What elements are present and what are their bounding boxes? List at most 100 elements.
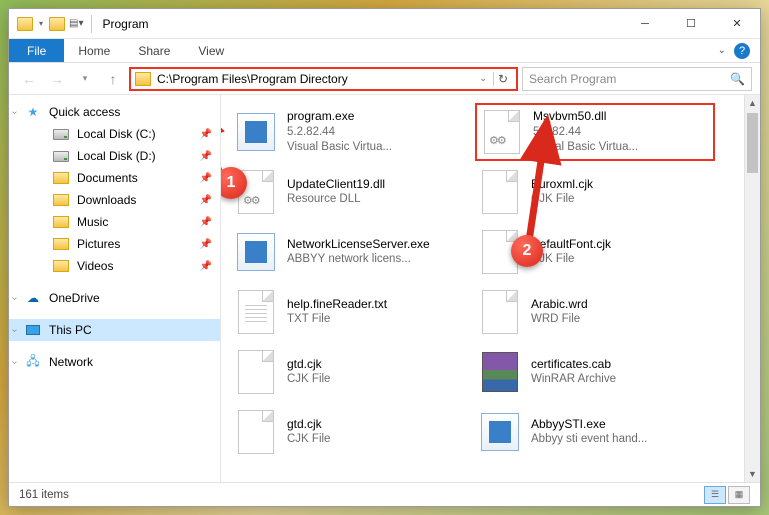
scroll-up-icon[interactable]: ▲	[745, 95, 760, 111]
vertical-scrollbar[interactable]: ▲ ▼	[744, 95, 760, 482]
file-subtitle: 5.2.82.44	[533, 125, 638, 141]
minimize-button[interactable]: ─	[622, 9, 668, 39]
nav-forward-button[interactable]: →	[45, 67, 69, 91]
tab-share[interactable]: Share	[124, 39, 184, 62]
file-name: AbbyySTI.exe	[531, 416, 647, 432]
file-meta: DefaultFont.cjkCJK File	[531, 236, 611, 268]
sidebar-quick-access[interactable]: ★ Quick access	[9, 101, 220, 123]
sidebar-item-label: This PC	[49, 323, 92, 337]
nav-up-button[interactable]: ↑	[101, 67, 125, 91]
file-name: DefaultFont.cjk	[531, 236, 611, 252]
file-name: help.fineReader.txt	[287, 296, 387, 312]
view-icons-button[interactable]: ▦	[728, 486, 750, 504]
sidebar-item-label: Music	[77, 215, 108, 229]
pin-icon: 📌	[200, 195, 212, 206]
sidebar-this-pc[interactable]: This PC	[9, 319, 220, 341]
sidebar-item-label: Quick access	[49, 105, 120, 119]
file-subtitle: Resource DLL	[287, 192, 385, 208]
pin-icon: 📌	[200, 129, 212, 140]
file-item[interactable]: UpdateClient19.dllResource DLL	[231, 163, 471, 221]
file-subtitle: WinRAR Archive	[531, 372, 616, 388]
file-meta: help.fineReader.txtTXT File	[287, 296, 387, 328]
file-subtitle: CJK File	[531, 252, 611, 268]
pin-icon: 📌	[200, 151, 212, 162]
sidebar-item[interactable]: Local Disk (D:) 📌	[27, 145, 220, 167]
search-placeholder: Search Program	[529, 72, 616, 86]
titlebar: ▾ ▤▾ Program ─ ☐ ✕	[9, 9, 760, 39]
drive-icon	[53, 126, 69, 142]
sidebar-network[interactable]: 🖧 Network	[9, 351, 220, 373]
scroll-thumb[interactable]	[747, 113, 758, 173]
chevron-down-icon[interactable]: ⌄	[475, 73, 491, 84]
refresh-button[interactable]: ↻	[493, 72, 512, 86]
maximize-button[interactable]: ☐	[668, 9, 714, 39]
file-meta: Euroxml.cjkCJK File	[531, 176, 593, 208]
file-icon	[235, 408, 277, 456]
qat-dropdown-icon[interactable]: ▾	[37, 19, 45, 28]
file-item[interactable]: gtd.cjkCJK File	[231, 403, 471, 461]
file-icon	[479, 168, 521, 216]
folder-icon	[53, 170, 69, 186]
view-details-button[interactable]: ☰	[704, 486, 726, 504]
explorer-window: ▾ ▤▾ Program ─ ☐ ✕ File Home Share View …	[8, 8, 761, 507]
network-icon: 🖧	[25, 354, 41, 370]
tab-home[interactable]: Home	[64, 39, 124, 62]
file-item[interactable]: program.exe5.2.82.44Visual Basic Virtua.…	[231, 103, 471, 161]
file-subtitle: Abbyy sti event hand...	[531, 432, 647, 448]
file-name: Euroxml.cjk	[531, 176, 593, 192]
sidebar-item-label: Pictures	[77, 237, 120, 251]
file-meta: gtd.cjkCJK File	[287, 416, 330, 448]
tab-file[interactable]: File	[9, 39, 64, 62]
address-bar[interactable]: C:\Program Files\Program Directory ⌄ ↻	[129, 67, 518, 91]
help-icon[interactable]: ?	[734, 43, 750, 59]
folder-icon	[53, 236, 69, 252]
sidebar-item-label: OneDrive	[49, 291, 100, 305]
status-item-count: 161 items	[19, 489, 69, 501]
quick-access-toolbar: ▾ ▤▾	[9, 15, 96, 33]
file-item[interactable]: help.fineReader.txtTXT File	[231, 283, 471, 341]
sidebar-onedrive[interactable]: ☁ OneDrive	[9, 287, 220, 309]
navigation-pane: ★ Quick access Local Disk (C:)📌Local Dis…	[9, 95, 221, 482]
sidebar-item[interactable]: Music 📌	[27, 211, 220, 233]
app-icon	[479, 408, 521, 456]
sidebar-item[interactable]: Documents📌	[27, 167, 220, 189]
pin-icon: 📌	[200, 217, 212, 228]
file-item[interactable]: Arabic.wrdWRD File	[475, 283, 715, 341]
close-button[interactable]: ✕	[714, 9, 760, 39]
cloud-icon: ☁	[25, 290, 41, 306]
file-name: gtd.cjk	[287, 356, 330, 372]
sidebar-item[interactable]: Pictures📌	[27, 233, 220, 255]
file-meta: UpdateClient19.dllResource DLL	[287, 176, 385, 208]
ribbon-expand-icon[interactable]: ⌄	[718, 45, 726, 56]
properties-icon[interactable]: ▤▾	[69, 18, 83, 29]
nav-back-button[interactable]: ←	[17, 67, 41, 91]
folder-icon	[53, 214, 69, 230]
separator	[91, 15, 92, 33]
annotation-step-2: 2	[511, 235, 543, 267]
search-input[interactable]: Search Program 🔍	[522, 67, 752, 91]
file-subtitle: TXT File	[287, 312, 387, 328]
sidebar-item[interactable]: Downloads📌	[27, 189, 220, 211]
sidebar-item-label: Local Disk (D:)	[77, 149, 156, 163]
scroll-down-icon[interactable]: ▼	[745, 466, 760, 482]
tab-view[interactable]: View	[184, 39, 238, 62]
folder-icon	[135, 72, 151, 86]
sidebar-item[interactable]: Local Disk (C:)📌	[27, 123, 220, 145]
navigation-bar: ← → ▾ ↑ C:\Program Files\Program Directo…	[9, 63, 760, 95]
file-name: NetworkLicenseServer.exe	[287, 236, 430, 252]
file-item[interactable]: NetworkLicenseServer.exeABBYY network li…	[231, 223, 471, 281]
pc-icon	[25, 322, 41, 338]
star-icon: ★	[25, 104, 41, 120]
file-item[interactable]: Msvbvm50.dll5.2.82.44Visual Basic Virtua…	[475, 103, 715, 161]
pin-icon: 📌	[200, 261, 212, 272]
folder-icon	[49, 17, 65, 31]
sidebar-item[interactable]: Videos📌	[27, 255, 220, 277]
file-item[interactable]: certificates.cabWinRAR Archive	[475, 343, 715, 401]
file-item[interactable]: Euroxml.cjkCJK File	[475, 163, 715, 221]
search-icon: 🔍	[730, 72, 745, 86]
file-meta: program.exe5.2.82.44Visual Basic Virtua.…	[287, 108, 392, 155]
nav-history-dropdown[interactable]: ▾	[73, 67, 97, 91]
file-item[interactable]: gtd.cjkCJK File	[231, 343, 471, 401]
file-meta: Msvbvm50.dll5.2.82.44Visual Basic Virtua…	[533, 108, 638, 155]
file-item[interactable]: AbbyySTI.exeAbbyy sti event hand...	[475, 403, 715, 461]
